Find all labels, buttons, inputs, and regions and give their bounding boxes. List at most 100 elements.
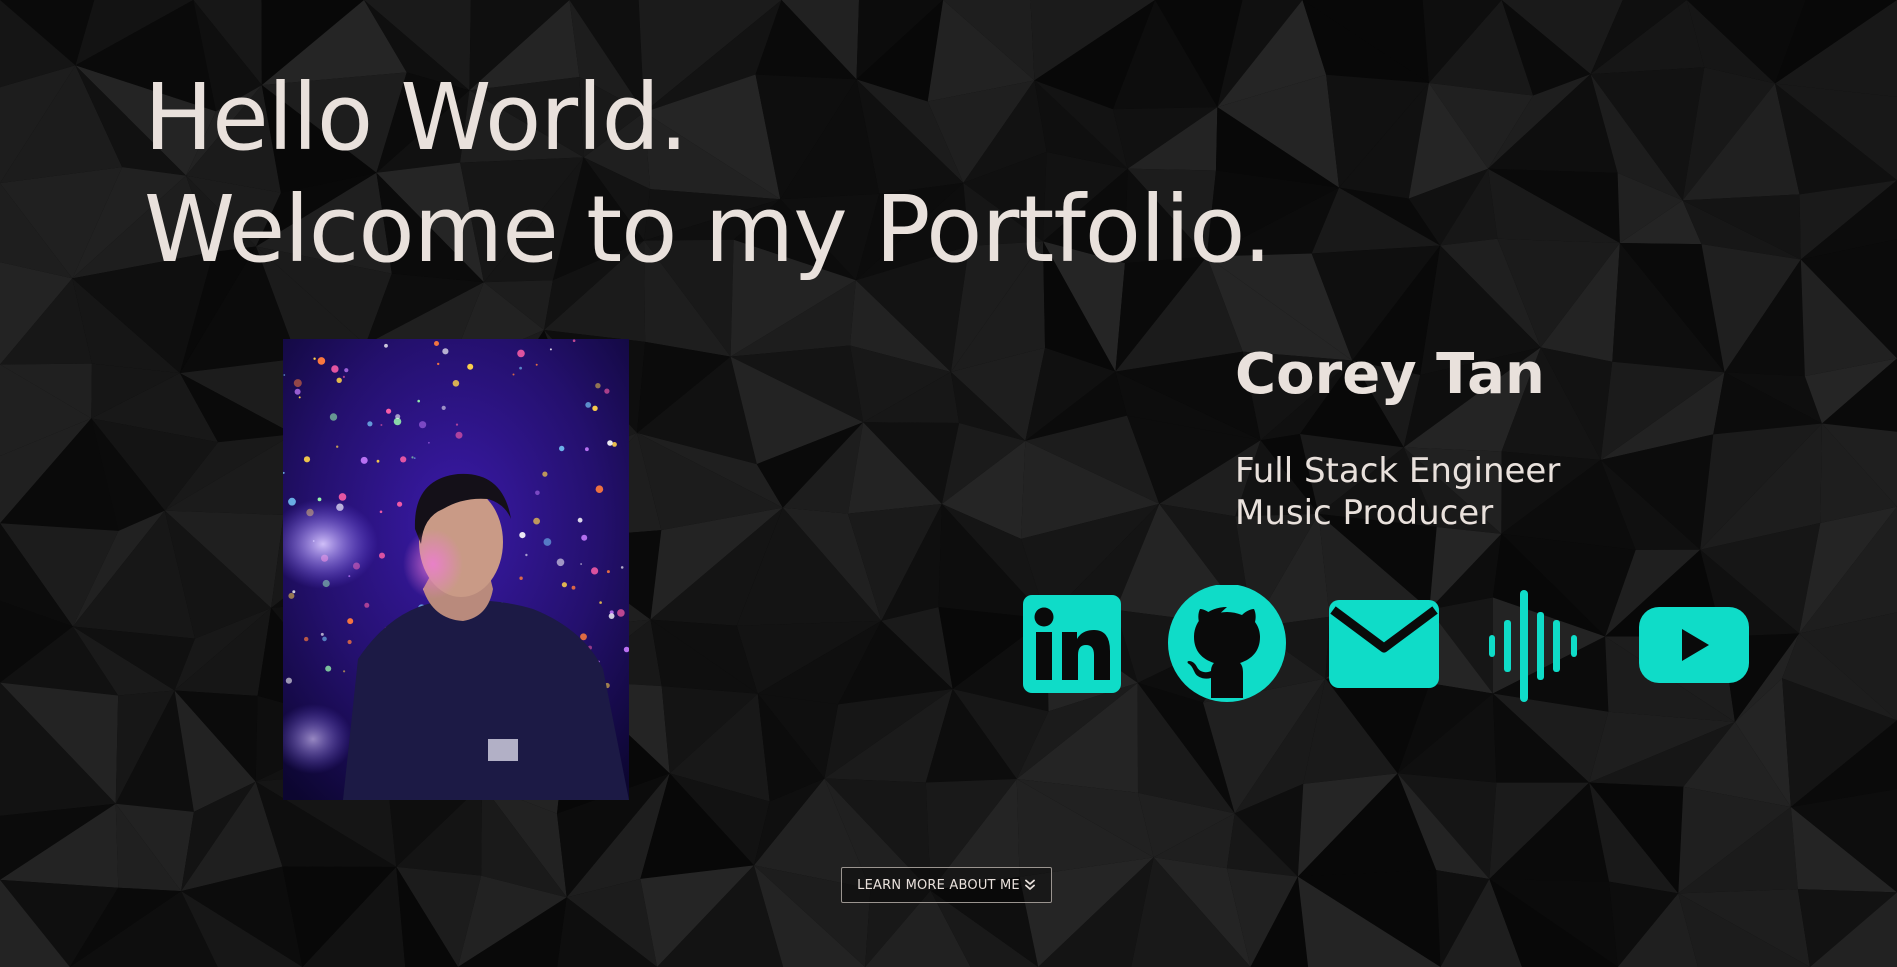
profile-photo: [283, 339, 629, 800]
photo-speck: [331, 365, 339, 373]
github-icon: [1168, 585, 1286, 702]
photo-speck: [379, 552, 385, 559]
photo-speck: [604, 388, 610, 394]
learn-more-label: LEARN MORE ABOUT ME: [857, 877, 1020, 893]
photo-speck: [585, 402, 592, 408]
photo-speck: [519, 576, 523, 580]
photo-speck: [599, 601, 602, 604]
photo-speck: [380, 424, 383, 426]
hero-line-1: Hello World.: [144, 64, 688, 171]
photo-speck: [561, 582, 567, 588]
photo-speck: [580, 563, 582, 565]
photo-speck: [303, 456, 311, 463]
linkedin-icon: [1023, 595, 1121, 693]
photo-speck: [535, 363, 538, 366]
photo-speck: [519, 366, 522, 370]
photo-speck: [549, 348, 552, 351]
photo-speck: [379, 510, 383, 514]
photo-speck: [606, 570, 610, 574]
photo-speck: [376, 459, 380, 463]
photo-speck: [283, 374, 286, 376]
photo-speck: [397, 501, 403, 507]
soundwave-icon: [1489, 590, 1577, 702]
photo-speck: [533, 517, 540, 525]
photo-speck: [317, 357, 326, 365]
role-item: Full Stack Engineer: [1235, 451, 1561, 491]
hero-heading: Hello World. Welcome to my Portfolio.: [144, 62, 1272, 286]
photo-speck: [304, 636, 309, 642]
photo-speck: [581, 534, 588, 541]
soundcloud-link[interactable]: [1487, 590, 1587, 702]
photo-speck: [441, 405, 446, 410]
chevron-double-down-icon: [1024, 879, 1035, 890]
photo-speck: [293, 379, 302, 388]
photo-speck: [343, 670, 346, 673]
photo-speck: [542, 471, 548, 477]
photo-speck: [417, 399, 420, 403]
photo-speck: [364, 602, 370, 608]
photo-speck: [329, 413, 338, 421]
photo-speck: [512, 373, 515, 376]
photo-speck: [607, 440, 613, 446]
photo-speck: [298, 396, 301, 399]
photo-speck: [419, 421, 427, 429]
photo-speck: [620, 566, 624, 569]
photo-speck: [325, 665, 332, 672]
photo-speck: [452, 380, 460, 387]
photo-speck: [342, 375, 345, 378]
photo-speck: [535, 490, 540, 496]
photo-speck: [288, 497, 296, 506]
photo-speck: [434, 341, 439, 346]
photo-speck: [288, 592, 295, 599]
photo-speck: [467, 363, 474, 370]
profile-name: Corey Tan: [1235, 342, 1545, 407]
photo-speck: [525, 553, 528, 557]
photo-speck: [572, 339, 576, 342]
photo-speck: [437, 362, 440, 366]
photo-speck: [367, 421, 373, 427]
photo-speck: [413, 457, 416, 459]
photo-speck: [360, 456, 368, 464]
photo-speck: [336, 377, 342, 383]
email-link[interactable]: [1329, 600, 1439, 688]
photo-speck: [595, 485, 604, 493]
photo-speck: [322, 636, 327, 642]
photo-speck: [338, 493, 347, 501]
photo-speck: [608, 613, 615, 619]
photo-speck: [519, 532, 526, 539]
photo-speck: [585, 447, 589, 452]
photo-speck: [395, 414, 401, 420]
photo-speck: [294, 388, 301, 395]
photo-speck: [285, 677, 292, 684]
photo-speck: [347, 618, 354, 625]
photo-speck: [595, 383, 601, 389]
photo-speck: [386, 408, 392, 414]
photo-speck: [455, 423, 459, 426]
photo-speck: [617, 609, 625, 617]
linkedin-link[interactable]: [1023, 595, 1121, 693]
photo-speck: [411, 456, 414, 459]
photo-speck: [336, 445, 339, 448]
photo-speck: [344, 368, 349, 373]
youtube-link[interactable]: [1639, 607, 1749, 683]
mail-icon: [1329, 600, 1439, 688]
photo-speck: [559, 445, 565, 452]
youtube-icon: [1639, 607, 1749, 683]
photo-speck: [577, 517, 583, 523]
photo-speck: [592, 405, 598, 411]
photo-speck: [400, 456, 407, 463]
photo-speck: [384, 343, 388, 348]
photo-speck: [320, 632, 324, 636]
role-item: Music Producer: [1235, 493, 1494, 533]
photo-speck: [612, 442, 617, 447]
photo-speck: [292, 590, 296, 594]
photo-speck: [543, 538, 552, 546]
photo-speck: [455, 431, 463, 439]
hero-line-2: Welcome to my Portfolio.: [144, 176, 1272, 283]
photo-speck: [313, 357, 316, 360]
learn-more-button[interactable]: LEARN MORE ABOUT ME: [841, 867, 1052, 903]
photo-speck: [428, 441, 430, 444]
photo-speck: [347, 639, 352, 645]
photo-speck: [571, 585, 576, 590]
github-link[interactable]: [1167, 585, 1287, 703]
